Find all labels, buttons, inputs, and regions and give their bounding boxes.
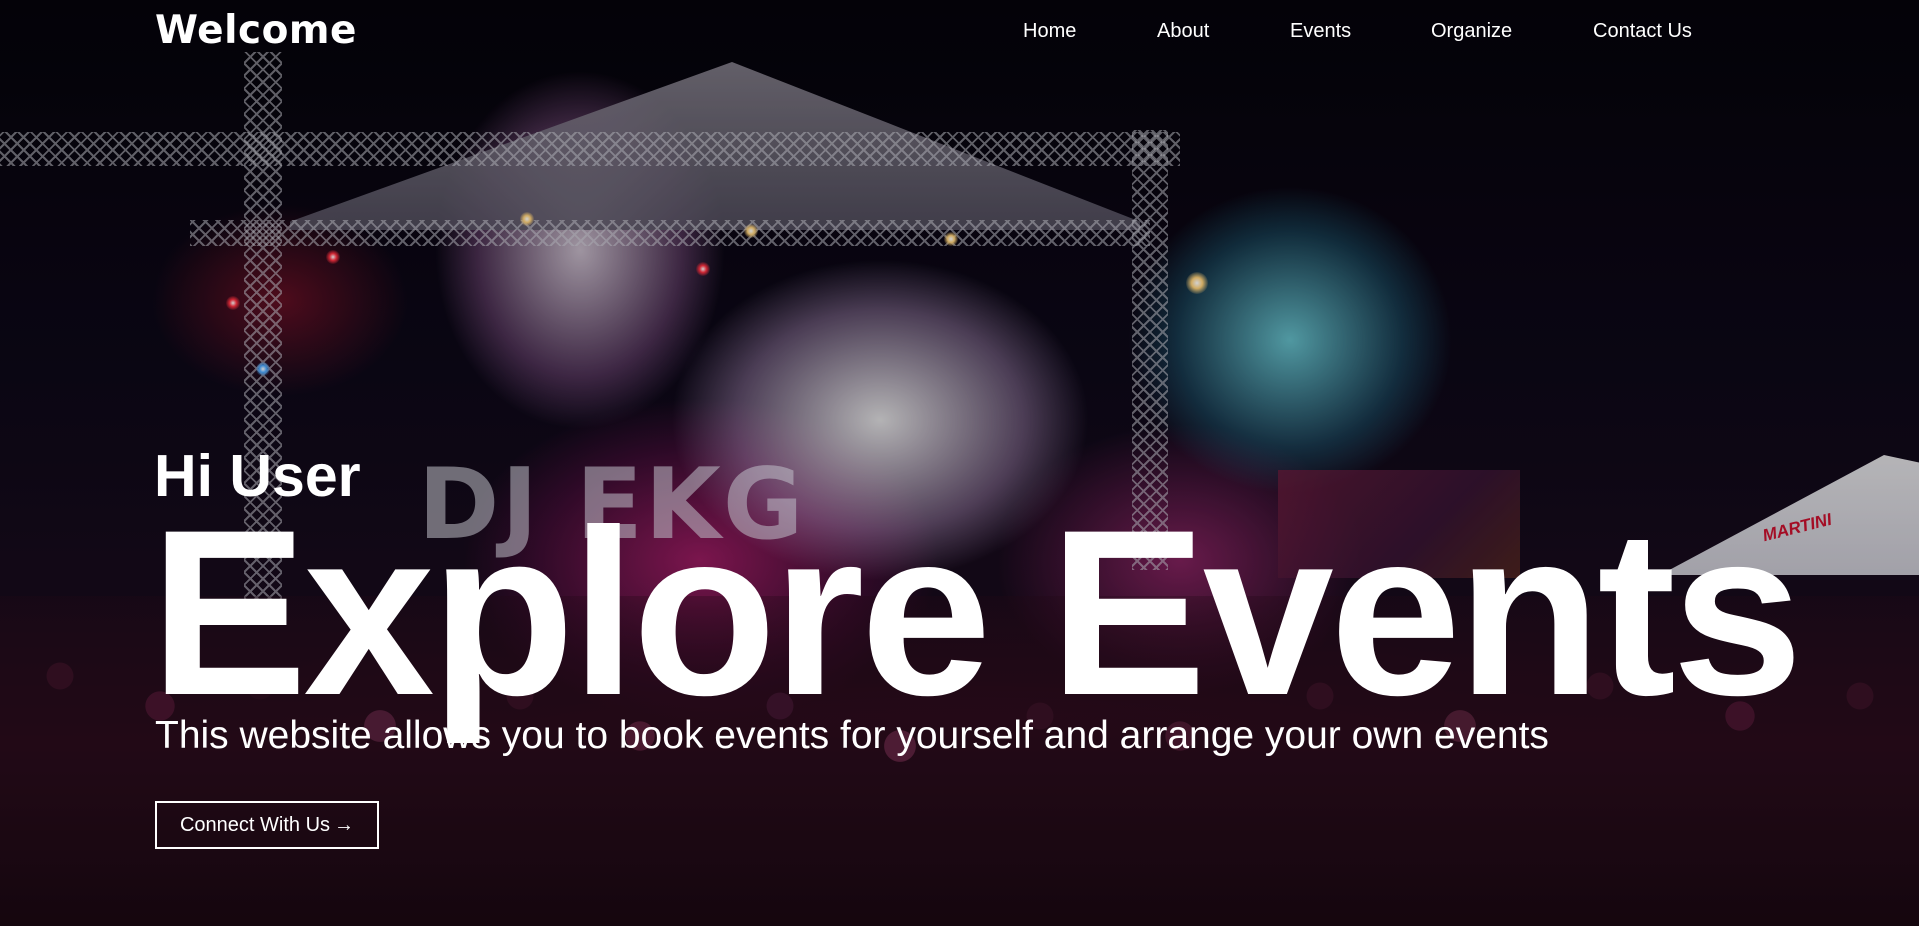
headline: Explore Events [150, 495, 1803, 731]
headline-word-events: Events [1049, 481, 1803, 745]
connect-with-us-button[interactable]: Connect With Us → [155, 801, 379, 849]
nav-home[interactable]: Home [1023, 20, 1076, 43]
hero-section: DJ EKG MARTINI Welcome Home About Events… [0, 0, 1919, 926]
arrow-right-icon: → [334, 813, 355, 836]
nav-about[interactable]: About [1157, 20, 1209, 43]
hero-subtitle: This website allows you to book events f… [155, 714, 1549, 757]
cta-label: Connect With Us [179, 813, 331, 836]
nav-events[interactable]: Events [1290, 20, 1351, 43]
headline-word-explore: Explore [150, 481, 992, 745]
nav-contact-us[interactable]: Contact Us [1593, 20, 1692, 43]
nav-organize[interactable]: Organize [1431, 20, 1512, 43]
main-nav: Home About Events Organize Contact Us [0, 20, 1919, 50]
